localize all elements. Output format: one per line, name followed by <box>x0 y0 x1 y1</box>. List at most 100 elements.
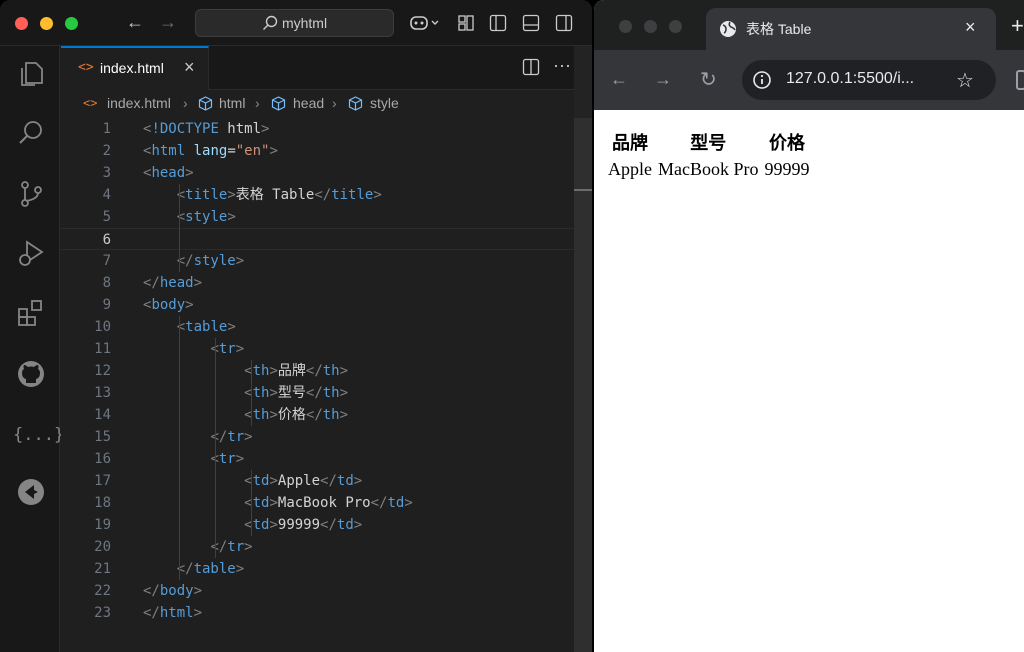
copilot-icon[interactable] <box>409 14 439 32</box>
code-line[interactable]: 11 <tr> <box>61 338 592 360</box>
code-editor[interactable]: 1 <!DOCTYPE html> 2 <html lang="en"> 3 <head>… <box>61 118 592 652</box>
line-number: 14 <box>94 407 111 423</box>
code-line[interactable]: 9 <body> <box>61 294 592 316</box>
code-line[interactable]: 12 <th>品牌</th> <box>61 360 592 382</box>
chevron-right-icon: › <box>255 95 260 111</box>
code-line[interactable]: 3 <head> <box>61 162 592 184</box>
code-text: <html lang="en"> <box>143 143 278 159</box>
toggle-sidebar-icon[interactable] <box>489 14 507 32</box>
extensions-icon[interactable] <box>16 298 46 328</box>
title-bar: ← → myhtml <box>0 0 592 46</box>
table-cell: 99999 <box>764 159 810 179</box>
code-text: <body> <box>143 297 194 313</box>
url-text: 127.0.0.1:5500/i... <box>786 70 915 87</box>
code-text: </table> <box>176 561 245 577</box>
code-line[interactable]: 22 </body> <box>61 580 592 602</box>
table-cell: MacBook Pro <box>658 159 759 179</box>
extensions-puzzle-icon[interactable] <box>1016 70 1024 90</box>
split-editor-icon[interactable] <box>522 58 540 76</box>
site-info-icon[interactable] <box>752 70 772 90</box>
explorer-icon[interactable] <box>16 59 46 89</box>
browser-toolbar: ← → ↻ 127.0.0.1:5500/i... ☆ <box>594 50 1024 110</box>
search-icon <box>262 15 278 30</box>
code-line[interactable]: 23 </html> <box>61 602 592 624</box>
code-text: <td>Apple</td> <box>244 473 363 489</box>
address-bar[interactable]: 127.0.0.1:5500/i... ☆ <box>742 60 996 100</box>
line-number: 9 <box>102 297 111 313</box>
maximize-window-button[interactable] <box>65 17 78 30</box>
code-line[interactable]: 10 <table> <box>61 316 592 338</box>
run-and-debug-icon[interactable] <box>16 238 46 268</box>
forward-arrow-icon[interactable]: → <box>654 69 672 90</box>
activity-bar: {...} <box>0 46 64 652</box>
bookmark-star-icon[interactable]: ☆ <box>956 68 974 93</box>
table-header-cell: 品牌 <box>612 133 648 153</box>
tab-index-html[interactable]: <> index.html × <box>61 46 209 90</box>
close-window-button[interactable] <box>619 20 632 33</box>
line-number: 10 <box>94 319 111 335</box>
search-icon[interactable] <box>16 118 46 148</box>
maximize-window-button[interactable] <box>669 20 682 33</box>
back-arrow-icon[interactable]: ← <box>610 69 628 90</box>
customize-layout-icon[interactable] <box>457 14 475 32</box>
breadcrumb-style[interactable]: style <box>370 92 399 114</box>
json-outline-icon[interactable]: {...} <box>13 420 64 450</box>
line-number: 4 <box>102 187 111 203</box>
new-tab-plus-icon[interactable]: + <box>1011 13 1024 39</box>
code-line[interactable]: 8 </head> <box>61 272 592 294</box>
code-line[interactable]: 20 </tr> <box>61 536 592 558</box>
breadcrumb-file[interactable]: index.html <box>107 92 171 114</box>
reload-icon[interactable]: ↻ <box>700 67 717 92</box>
indent-guide <box>179 316 180 580</box>
code-line[interactable]: 5 <style> <box>61 206 592 228</box>
close-icon[interactable]: × <box>184 57 195 78</box>
indent-guide <box>179 184 180 272</box>
code-text: <head> <box>143 165 194 181</box>
code-text: <td>MacBook Pro</td> <box>244 495 413 511</box>
code-text: <th>品牌</th> <box>244 363 349 379</box>
live-share-icon[interactable] <box>16 477 46 507</box>
code-text: <th>型号</th> <box>244 385 349 401</box>
code-line[interactable]: 13 <th>型号</th> <box>61 382 592 404</box>
breadcrumb-head[interactable]: head <box>293 92 324 114</box>
more-actions-icon[interactable]: ··· <box>553 55 571 76</box>
code-line[interactable]: 15 </tr> <box>61 426 592 448</box>
code-line[interactable]: 4 <title>表格 Table</title> <box>61 184 592 206</box>
vscode-window: ← → myhtml {...} <> index.html × ··· <> … <box>0 0 592 652</box>
code-line[interactable]: 6 <box>61 228 592 250</box>
globe-icon <box>720 21 736 37</box>
code-line[interactable]: 19 <td>99999</td> <box>61 514 592 536</box>
back-arrow-icon[interactable]: ← <box>126 12 144 33</box>
line-number: 5 <box>102 209 111 225</box>
code-line[interactable]: 17 <td>Apple</td> <box>61 470 592 492</box>
close-window-button[interactable] <box>15 17 28 30</box>
element-cube-icon <box>198 96 213 111</box>
indent-guide <box>215 338 216 558</box>
line-number: 12 <box>94 363 111 379</box>
code-line[interactable]: 2 <html lang="en"> <box>61 140 592 162</box>
code-line[interactable]: 18 <td>MacBook Pro</td> <box>61 492 592 514</box>
close-icon[interactable]: × <box>965 17 976 38</box>
code-line[interactable]: 14 <th>价格</th> <box>61 404 592 426</box>
indent-guide <box>251 470 252 536</box>
forward-arrow-icon[interactable]: → <box>159 12 177 33</box>
tab-label: index.html <box>100 60 164 76</box>
scrollbar-thumb[interactable] <box>574 118 592 652</box>
breadcrumb-html[interactable]: html <box>219 92 245 114</box>
line-number: 19 <box>94 517 111 533</box>
code-line[interactable]: 21 </table> <box>61 558 592 580</box>
minimize-window-button[interactable] <box>40 17 53 30</box>
code-line[interactable]: 1 <!DOCTYPE html> <box>61 118 592 140</box>
minimize-window-button[interactable] <box>644 20 657 33</box>
code-text: <!DOCTYPE html> <box>143 121 270 137</box>
code-line[interactable]: 16 <tr> <box>61 448 592 470</box>
tab-bar: <> index.html × ··· <box>61 46 592 90</box>
toggle-secondary-sidebar-icon[interactable] <box>555 14 573 32</box>
command-center-search[interactable]: myhtml <box>195 9 394 37</box>
browser-tab[interactable]: 表格 Table × <box>706 8 996 50</box>
line-number: 16 <box>94 451 111 467</box>
toggle-panel-icon[interactable] <box>522 14 540 32</box>
github-icon[interactable] <box>16 359 46 389</box>
source-control-icon[interactable] <box>16 179 46 209</box>
code-line[interactable]: 7 </style> <box>61 250 592 272</box>
